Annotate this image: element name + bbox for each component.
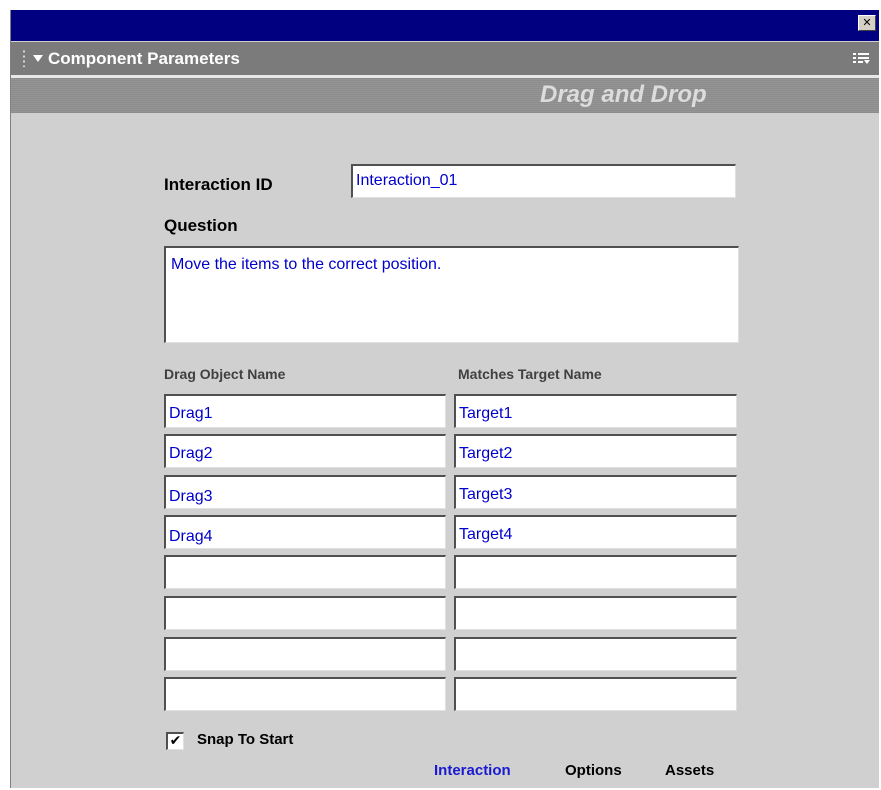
title-bar[interactable]: ✕	[11, 10, 879, 41]
drag-object-field-3[interactable]: Drag3	[164, 475, 446, 509]
drag-object-field-4[interactable]: Drag4	[164, 515, 446, 549]
component-banner: Drag and Drop	[11, 78, 879, 113]
triangle-down-icon[interactable]	[33, 55, 43, 62]
question-field[interactable]: Move the items to the correct position.	[164, 246, 739, 343]
drag-grip-icon[interactable]	[21, 49, 27, 67]
checkmark-icon: ✔	[169, 733, 182, 749]
tab-assets[interactable]: Assets	[665, 762, 714, 779]
target-name-field-6[interactable]	[454, 596, 737, 630]
question-label: Question	[164, 216, 238, 235]
panel-title: Component Parameters	[48, 49, 240, 68]
drag-object-name-header: Drag Object Name	[164, 366, 286, 382]
matches-target-name-header: Matches Target Name	[458, 366, 602, 382]
interaction-id-label: Interaction ID	[164, 175, 273, 194]
target-name-field-2[interactable]: Target2	[454, 434, 737, 468]
interaction-id-field[interactable]: Interaction_01	[351, 164, 736, 198]
target-name-field-7[interactable]	[454, 637, 737, 671]
drag-object-field-8[interactable]	[164, 677, 446, 711]
target-name-field-3[interactable]: Target3	[454, 475, 737, 509]
target-name-field-4[interactable]: Target4	[454, 515, 737, 549]
drag-object-field-7[interactable]	[164, 637, 446, 671]
target-name-field-5[interactable]	[454, 555, 737, 589]
snap-to-start-label[interactable]: Snap To Start	[197, 731, 293, 748]
drag-object-field-1[interactable]: Drag1	[164, 394, 446, 428]
drag-object-field-6[interactable]	[164, 596, 446, 630]
close-button[interactable]: ✕	[858, 15, 876, 31]
component-name: Drag and Drop	[540, 81, 707, 108]
tab-interaction[interactable]: Interaction	[434, 762, 511, 779]
tab-options[interactable]: Options	[565, 762, 622, 779]
drag-object-field-2[interactable]: Drag2	[164, 434, 446, 468]
panel-header[interactable]: Component Parameters	[11, 42, 879, 75]
target-name-field-1[interactable]: Target1	[454, 394, 737, 428]
options-menu-icon[interactable]	[853, 52, 871, 66]
component-parameters-window: ✕ Component Parameters Drag and Drop Int…	[10, 10, 879, 788]
drag-object-field-5[interactable]	[164, 555, 446, 589]
target-name-field-8[interactable]	[454, 677, 737, 711]
snap-to-start-checkbox[interactable]: ✔	[166, 732, 184, 750]
close-icon: ✕	[862, 16, 872, 29]
